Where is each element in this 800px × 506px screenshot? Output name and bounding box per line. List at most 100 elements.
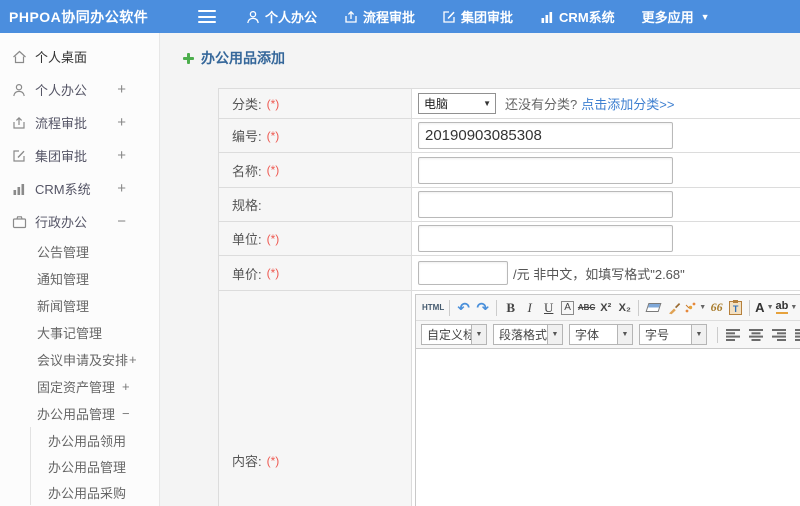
add-category-link[interactable]: 点击添加分类>> (581, 94, 674, 113)
align-justify-icon[interactable] (794, 325, 800, 345)
briefcase-icon (11, 215, 27, 229)
sidebar-subitem-label: 会议申请及安排 (37, 353, 129, 368)
content-label: 内容: (*) (219, 291, 412, 506)
paste-text-icon[interactable]: T (729, 299, 743, 315)
highlight-color-button[interactable]: ab ▼ (775, 298, 798, 318)
sidebar: 个人桌面 个人办公 + 流程审批 + 集团审批 + CRM系统 + 行政办公 −… (0, 33, 160, 506)
user-icon (11, 83, 27, 97)
form-row-code: 编号: (*) (219, 119, 800, 153)
expand-plus-icon[interactable]: + (117, 147, 126, 164)
align-right-icon[interactable] (771, 325, 788, 345)
bar-chart-icon (11, 182, 27, 196)
italic-button[interactable]: I (521, 298, 538, 318)
sidebar-subitem-fixed-assets-mgmt[interactable]: 固定资产管理 + (0, 373, 159, 400)
sidebar-item-personal-office[interactable]: 个人办公 + (0, 73, 159, 106)
expand-plus-icon[interactable]: + (117, 81, 126, 98)
rich-text-editor: HTML ↶ ↷ B I U A ABC X² X₂ ▼ 66 T A ▼ ab… (415, 294, 800, 506)
sidebar-subitem-meeting-request[interactable]: 会议申请及安排 + (0, 346, 159, 373)
nav-more-apps[interactable]: 更多应用 ▼ (642, 7, 710, 26)
sidebar-subitem-notice-mgmt[interactable]: 通知管理 (0, 265, 159, 292)
required-mark: (*) (266, 453, 280, 468)
nav-label: 个人办公 (265, 10, 318, 25)
auto-typeset-icon[interactable]: ▼ (684, 298, 706, 318)
sidebar-subitem-label: 大事记管理 (37, 326, 103, 341)
align-left-icon[interactable] (725, 325, 742, 345)
add-plus-icon (183, 52, 194, 64)
nav-workflow-approval[interactable]: 流程审批 (344, 7, 415, 26)
sidebar-subitem-office-supplies-mgmt[interactable]: 办公用品管理 − (0, 400, 159, 427)
collapse-minus-icon[interactable]: − (117, 213, 126, 230)
undo-icon[interactable]: ↶ (455, 298, 472, 318)
sidebar-subitem-memorabilia-mgmt[interactable]: 大事记管理 (0, 319, 159, 346)
collapse-minus-icon[interactable]: − (122, 406, 130, 421)
eraser-icon[interactable] (645, 303, 662, 312)
sidebar-subitem-supplies-purchase[interactable]: 办公用品采购 (31, 479, 159, 505)
unit-input[interactable] (418, 225, 673, 252)
form-row-unit: 单位: (*) (219, 222, 800, 256)
form-row-name: 名称: (*) (219, 153, 800, 188)
nav-crm-system[interactable]: CRM系统 (540, 7, 615, 26)
sidebar-item-personal-desktop[interactable]: 个人桌面 (0, 40, 159, 73)
font-border-button[interactable]: A (561, 300, 574, 315)
subscript-button[interactable]: X₂ (616, 298, 633, 318)
superscript-button[interactable]: X² (597, 298, 614, 318)
sidebar-item-label: CRM系统 (35, 182, 91, 197)
top-navigation: 个人办公 流程审批 集团审批 CRM系统 更多应用 ▼ (246, 7, 737, 26)
office-supply-add-form: 分类: (*) 电脑 ▼ 还没有分类? 点击添加分类>> 编号: (*) 201… (218, 88, 800, 506)
sidebar-item-admin-office[interactable]: 行政办公 − (0, 205, 159, 238)
price-input[interactable] (418, 261, 508, 285)
sidebar-subitem-news-mgmt[interactable]: 新闻管理 (0, 292, 159, 319)
nav-personal-office[interactable]: 个人办公 (246, 7, 317, 26)
chevron-down-icon: ▼ (700, 11, 710, 22)
code-label: 编号: (*) (219, 119, 412, 152)
sidebar-subitem-label: 办公用品管理 (37, 407, 116, 422)
sidebar-subitem-label: 新闻管理 (37, 299, 90, 314)
code-input[interactable] (418, 122, 673, 149)
category-select-value: 电脑 (424, 97, 449, 111)
app-logo: PHPOA协同办公软件 (9, 8, 149, 25)
price-label: 单价: (*) (219, 256, 412, 290)
html-source-button[interactable]: HTML (422, 298, 444, 318)
topbar: PHPOA协同办公软件 个人办公 流程审批 集团审批 CRM系统 更多应用 ▼ (0, 0, 800, 33)
editor-content-area[interactable] (416, 349, 800, 506)
menu-toggle-icon[interactable] (198, 10, 216, 23)
sidebar-item-crm-system[interactable]: CRM系统 + (0, 172, 159, 205)
chevron-down-icon: ▼ (790, 304, 798, 311)
upload-icon (11, 116, 27, 130)
category-hint: 还没有分类? (505, 97, 578, 112)
blockquote-button[interactable]: 66 (708, 298, 725, 318)
font-size-select[interactable]: 字号 ▼ (639, 324, 707, 345)
required-mark: (*) (266, 266, 280, 280)
form-row-price: 单价: (*) /元 非中文，如填写格式"2.68" (219, 256, 800, 291)
sidebar-item-label: 行政办公 (35, 215, 88, 230)
font-color-button[interactable]: A ▼ (755, 298, 773, 318)
home-icon (11, 50, 27, 64)
expand-plus-icon[interactable]: + (117, 180, 126, 197)
edit-icon (11, 149, 27, 163)
align-center-icon[interactable] (748, 325, 765, 345)
spec-input[interactable] (418, 191, 673, 218)
bold-button[interactable]: B (502, 298, 519, 318)
expand-plus-icon[interactable]: + (122, 379, 130, 394)
expand-plus-icon[interactable]: + (117, 114, 126, 131)
toolbar-separator (717, 326, 718, 343)
name-input[interactable] (418, 156, 673, 184)
sidebar-subitem-announcement-mgmt[interactable]: 公告管理 (0, 238, 159, 265)
sidebar-item-workflow-approval[interactable]: 流程审批 + (0, 106, 159, 139)
category-select[interactable]: 电脑 ▼ (418, 93, 496, 114)
strikethrough-button[interactable]: ABC (578, 298, 595, 318)
expand-plus-icon[interactable]: + (129, 352, 137, 367)
font-family-select[interactable]: 字体 ▼ (569, 324, 633, 345)
clear-format-brush-icon[interactable] (665, 298, 682, 318)
redo-icon[interactable]: ↷ (474, 298, 491, 318)
paragraph-format-select[interactable]: 段落格式 ▼ (493, 324, 563, 345)
underline-button[interactable]: U (540, 298, 557, 318)
sidebar-subitem-supplies-manage[interactable]: 办公用品管理 (31, 453, 159, 479)
nav-group-approval[interactable]: 集团审批 (442, 7, 513, 26)
custom-heading-select[interactable]: 自定义标题 ▼ (421, 324, 487, 345)
chevron-down-icon: ▼ (471, 325, 486, 344)
sidebar-subgroup-office-supplies: 办公用品领用 办公用品管理 办公用品采购 (30, 427, 159, 505)
chevron-down-icon: ▼ (617, 325, 632, 344)
sidebar-subitem-supplies-claim[interactable]: 办公用品领用 (31, 427, 159, 453)
sidebar-item-group-approval[interactable]: 集团审批 + (0, 139, 159, 172)
